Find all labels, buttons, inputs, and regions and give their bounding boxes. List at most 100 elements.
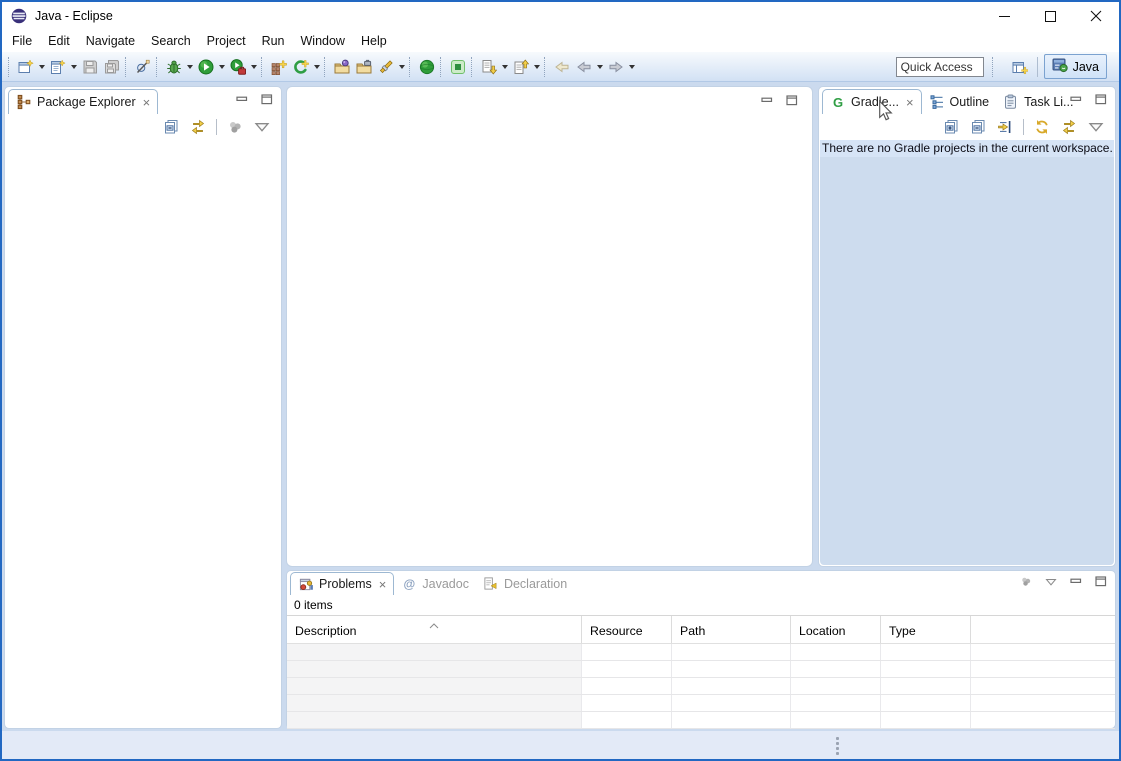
view-menu-button[interactable] bbox=[1086, 117, 1106, 137]
menu-edit[interactable]: Edit bbox=[40, 32, 78, 50]
next-annotation-dropdown[interactable] bbox=[500, 56, 510, 78]
open-perspective-button[interactable] bbox=[1009, 56, 1031, 78]
menu-help[interactable]: Help bbox=[353, 32, 395, 50]
run-dropdown[interactable] bbox=[217, 56, 227, 78]
new-java-project-button[interactable] bbox=[268, 56, 290, 78]
search-dropdown[interactable] bbox=[397, 56, 407, 78]
menu-project[interactable]: Project bbox=[199, 32, 254, 50]
window-controls bbox=[981, 2, 1119, 30]
toolbar-separator bbox=[992, 57, 995, 77]
minimize-view-button[interactable] bbox=[236, 94, 248, 105]
column-header-resource[interactable]: Resource bbox=[582, 616, 672, 643]
status-drag-handle[interactable] bbox=[836, 737, 839, 755]
debug-button[interactable] bbox=[163, 56, 185, 78]
menu-window[interactable]: Window bbox=[293, 32, 353, 50]
link-with-editor-button[interactable] bbox=[1059, 117, 1079, 137]
save-button[interactable] bbox=[79, 56, 101, 78]
table-row[interactable] bbox=[287, 644, 1115, 661]
menu-run[interactable]: Run bbox=[254, 32, 293, 50]
console-button[interactable] bbox=[447, 56, 469, 78]
column-header-description[interactable]: Description bbox=[287, 616, 582, 643]
tab-declaration[interactable]: Declaration bbox=[476, 572, 574, 595]
tab-gradle-tasks[interactable]: G Gradle... × bbox=[822, 89, 922, 114]
java-perspective-button[interactable]: Java bbox=[1044, 54, 1107, 79]
titlebar[interactable]: Java - Eclipse bbox=[2, 2, 1119, 30]
open-type-button[interactable] bbox=[331, 56, 353, 78]
table-row[interactable] bbox=[287, 695, 1115, 712]
forward-button[interactable] bbox=[605, 56, 627, 78]
web-browser-button[interactable] bbox=[416, 56, 438, 78]
editor-area[interactable] bbox=[286, 86, 813, 567]
expand-all-button[interactable] bbox=[941, 117, 961, 137]
maximize-editor-button[interactable] bbox=[786, 95, 798, 106]
back-dropdown[interactable] bbox=[595, 56, 605, 78]
new-class-button[interactable] bbox=[290, 56, 312, 78]
close-icon[interactable]: × bbox=[379, 578, 387, 591]
focus-on-active-task-button[interactable] bbox=[225, 117, 245, 137]
search-button[interactable] bbox=[375, 56, 397, 78]
separator bbox=[1023, 119, 1024, 135]
table-row[interactable] bbox=[287, 678, 1115, 695]
toggle-mark-occurrences-button[interactable] bbox=[132, 56, 154, 78]
package-explorer-tabrow: Package Explorer × bbox=[5, 87, 281, 114]
tab-problems[interactable]: Problems × bbox=[290, 572, 394, 595]
table-row[interactable] bbox=[287, 712, 1115, 729]
menu-file[interactable]: File bbox=[4, 32, 40, 50]
new-java-item-button[interactable] bbox=[47, 56, 69, 78]
toolbar-separator bbox=[471, 57, 474, 77]
minimize-view-button[interactable] bbox=[1070, 576, 1082, 587]
column-header-type[interactable]: Type bbox=[881, 616, 971, 643]
previous-annotation-button[interactable] bbox=[510, 56, 532, 78]
window-minimize-button[interactable] bbox=[981, 2, 1027, 30]
run-button[interactable] bbox=[195, 56, 217, 78]
sort-ascending-icon bbox=[429, 618, 439, 632]
close-icon[interactable]: × bbox=[143, 96, 151, 109]
link-with-editor-button[interactable] bbox=[188, 117, 208, 137]
minimize-view-button[interactable] bbox=[1070, 94, 1082, 105]
table-row[interactable] bbox=[287, 661, 1115, 678]
tab-outline[interactable]: Outline bbox=[922, 89, 997, 114]
window-close-button[interactable] bbox=[1073, 2, 1119, 30]
new-class-dropdown[interactable] bbox=[312, 56, 322, 78]
new-java-item-dropdown[interactable] bbox=[69, 56, 79, 78]
view-menu-button[interactable] bbox=[1045, 576, 1057, 587]
tab-javadoc[interactable]: @ Javadoc bbox=[394, 572, 476, 595]
next-annotation-button[interactable] bbox=[478, 56, 500, 78]
collapse-all-button[interactable] bbox=[968, 117, 988, 137]
maximize-view-button[interactable] bbox=[1095, 94, 1107, 105]
package-explorer-content[interactable] bbox=[6, 140, 280, 727]
table-cell bbox=[971, 661, 1115, 677]
menu-navigate[interactable]: Navigate bbox=[78, 32, 143, 50]
previous-annotation-dropdown[interactable] bbox=[532, 56, 542, 78]
link-to-selection-button[interactable] bbox=[995, 117, 1015, 137]
tab-package-explorer[interactable]: Package Explorer × bbox=[8, 89, 158, 114]
column-header-path[interactable]: Path bbox=[672, 616, 791, 643]
window-maximize-button[interactable] bbox=[1027, 2, 1073, 30]
view-menu-button[interactable] bbox=[252, 117, 272, 137]
save-all-button[interactable] bbox=[101, 56, 123, 78]
open-task-button[interactable] bbox=[353, 56, 375, 78]
tab-package-explorer-label: Package Explorer bbox=[37, 95, 136, 109]
maximize-view-button[interactable] bbox=[1095, 576, 1107, 587]
perspective-bar: Java bbox=[1009, 54, 1107, 79]
last-edit-location-button[interactable] bbox=[551, 56, 573, 78]
minimize-editor-button[interactable] bbox=[761, 95, 773, 106]
run-external-tools-button[interactable] bbox=[227, 56, 249, 78]
gradle-tasks-content[interactable]: There are no Gradle projects in the curr… bbox=[820, 140, 1114, 565]
back-button[interactable] bbox=[573, 56, 595, 78]
focus-on-active-task-button[interactable] bbox=[1020, 576, 1032, 587]
column-header-location[interactable]: Location bbox=[791, 616, 881, 643]
menu-search[interactable]: Search bbox=[143, 32, 199, 50]
close-icon[interactable]: × bbox=[906, 96, 914, 109]
collapse-all-button[interactable] bbox=[161, 117, 181, 137]
quick-access-input[interactable] bbox=[896, 57, 984, 77]
maximize-view-button[interactable] bbox=[261, 94, 273, 105]
refresh-button[interactable] bbox=[1032, 117, 1052, 137]
run-external-tools-dropdown[interactable] bbox=[249, 56, 259, 78]
new-wizard-button[interactable] bbox=[15, 56, 37, 78]
new-wizard-dropdown[interactable] bbox=[37, 56, 47, 78]
forward-dropdown[interactable] bbox=[627, 56, 637, 78]
tab-task-list[interactable]: Task Li... bbox=[996, 89, 1080, 114]
debug-dropdown[interactable] bbox=[185, 56, 195, 78]
problems-items-count: 0 items bbox=[287, 595, 1115, 616]
